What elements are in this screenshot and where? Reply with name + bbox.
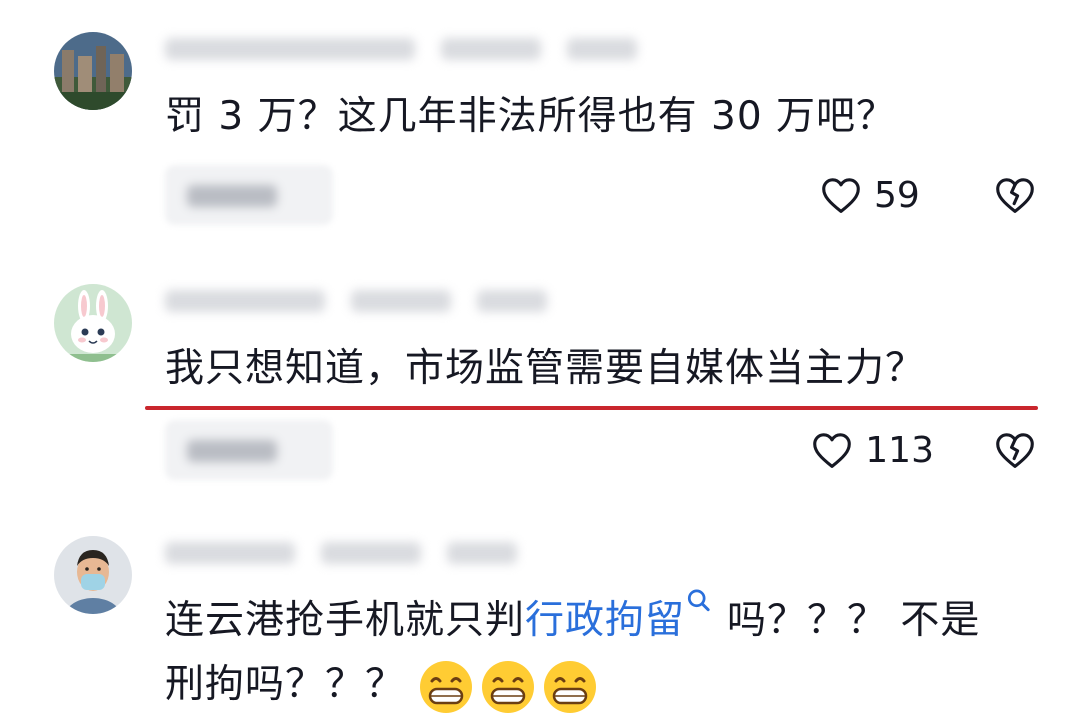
broken-heart-icon[interactable]	[994, 431, 1036, 469]
comment-text-part: 刑拘吗？？？	[165, 662, 406, 707]
comment-meta-blurred	[165, 34, 637, 64]
comment-actions: 59	[820, 165, 1036, 225]
cityscape-avatar-icon	[54, 32, 132, 110]
search-link[interactable]: 行政拘留	[525, 598, 685, 643]
comment-text-part: 连云港抢手机就只判	[165, 598, 526, 643]
avatar[interactable]	[54, 32, 132, 110]
comment-text: 罚 3 万？这几年非法所得也有 30 万吧？	[165, 94, 897, 139]
grinning-face-emoji	[420, 660, 473, 713]
search-icon[interactable]	[685, 588, 713, 620]
comment-text: 我只想知道，市场监管需要自媒体当主力？	[165, 346, 926, 391]
like-count: 59	[874, 174, 920, 216]
reply-count-blurred[interactable]	[165, 165, 333, 225]
grinning-face-emoji	[544, 660, 597, 713]
broken-heart-icon[interactable]	[994, 176, 1036, 214]
comment-meta-blurred	[165, 538, 517, 568]
comment-text-part: 吗？？？ 不是	[727, 598, 981, 643]
like-count: 113	[865, 429, 934, 471]
person-avatar-icon	[54, 536, 132, 614]
comment-actions: 113	[811, 420, 1036, 480]
comment-text-line-2: 刑拘吗？？？	[165, 652, 604, 718]
grinning-face-emoji	[482, 660, 535, 713]
avatar[interactable]	[54, 284, 132, 362]
avatar[interactable]	[54, 536, 132, 614]
comment-text-line-1: 连云港抢手机就只判行政拘留 吗？？？ 不是	[165, 588, 980, 654]
highlight-underline	[145, 406, 1038, 410]
bunny-avatar-icon	[54, 284, 132, 362]
reply-count-blurred[interactable]	[165, 420, 333, 480]
heart-outline-icon[interactable]	[820, 176, 862, 214]
heart-outline-icon[interactable]	[811, 431, 853, 469]
comment-meta-blurred	[165, 286, 547, 316]
